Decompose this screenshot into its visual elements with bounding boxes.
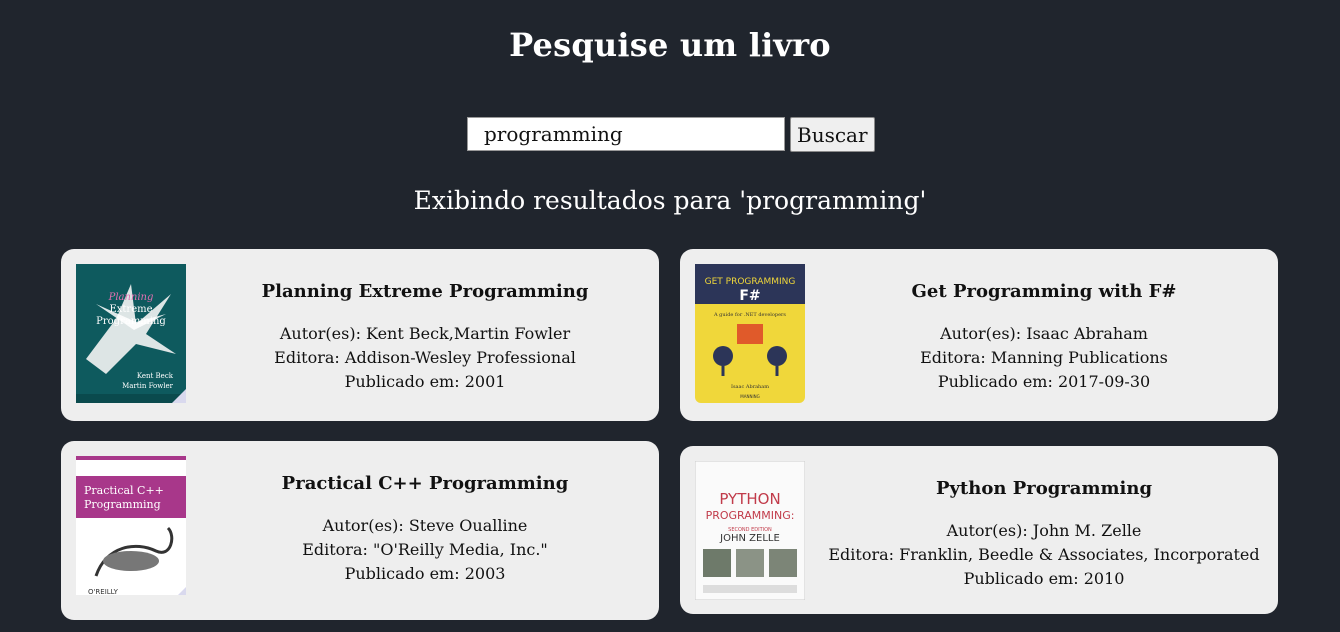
svg-text:GET PROGRAMMING: GET PROGRAMMING <box>705 277 796 287</box>
book-published: Publicado em: 2001 <box>344 372 506 391</box>
book-authors: Autor(es): Isaac Abraham <box>940 324 1148 343</box>
svg-text:A guide for .NET developers: A guide for .NET developers <box>713 312 786 318</box>
svg-text:Planning: Planning <box>108 292 154 303</box>
results-label: Exibindo resultados para 'programming' <box>413 186 927 215</box>
search-button[interactable]: Buscar <box>790 117 875 152</box>
svg-text:MANNING: MANNING <box>740 394 759 399</box>
book-published: Publicado em: 2010 <box>963 569 1125 588</box>
book-card[interactable]: Practical C++ Programming O'REILLY Pract… <box>61 441 659 620</box>
svg-text:PYTHON: PYTHON <box>719 490 780 508</box>
book-info: Practical C++ Programming Autor(es): Ste… <box>201 441 649 586</box>
book-cover-image: GET PROGRAMMING F# A guide for .NET deve… <box>695 264 805 403</box>
book-card[interactable]: PYTHON PROGRAMMING: SECOND EDITION JOHN … <box>680 446 1278 614</box>
book-title: Planning Extreme Programming <box>261 281 589 302</box>
book-card[interactable]: Planning Extreme Programming Kent Beck M… <box>61 249 659 421</box>
book-title: Python Programming <box>935 478 1153 499</box>
book-cover: Planning Extreme Programming Kent Beck M… <box>76 264 186 403</box>
book-info: Planning Extreme Programming Autor(es): … <box>201 249 649 394</box>
svg-text:Programming: Programming <box>96 316 166 327</box>
svg-text:Kent Beck: Kent Beck <box>137 372 174 380</box>
book-info: Python Programming Autor(es): John M. Ze… <box>820 446 1268 591</box>
book-published: Publicado em: 2003 <box>344 564 506 583</box>
svg-text:F#: F# <box>739 288 760 304</box>
book-authors: Autor(es): John M. Zelle <box>946 521 1142 540</box>
svg-text:PROGRAMMING:: PROGRAMMING: <box>706 509 795 522</box>
book-publisher: Editora: Franklin, Beedle & Associates, … <box>828 545 1260 564</box>
book-cover-image: PYTHON PROGRAMMING: SECOND EDITION JOHN … <box>695 461 805 600</box>
book-title: Get Programming with F# <box>911 281 1177 302</box>
book-cover: Practical C++ Programming O'REILLY <box>76 456 186 595</box>
book-publisher: Editora: Addison-Wesley Professional <box>274 348 576 367</box>
book-cover-image: Planning Extreme Programming Kent Beck M… <box>76 264 186 403</box>
svg-text:Extreme: Extreme <box>109 304 152 315</box>
book-cover-image: Practical C++ Programming O'REILLY <box>76 456 186 595</box>
svg-text:Programming: Programming <box>84 498 161 511</box>
book-authors: Autor(es): Kent Beck,Martin Fowler <box>279 324 571 343</box>
svg-text:Martin Fowler: Martin Fowler <box>122 382 174 390</box>
book-published: Publicado em: 2017-09-30 <box>937 372 1151 391</box>
book-title: Practical C++ Programming <box>281 473 569 494</box>
book-card[interactable]: GET PROGRAMMING F# A guide for .NET deve… <box>680 249 1278 421</box>
svg-text:JOHN ZELLE: JOHN ZELLE <box>719 533 780 544</box>
svg-text:Isaac Abraham: Isaac Abraham <box>731 384 769 390</box>
book-publisher: Editora: Manning Publications <box>920 348 1168 367</box>
book-cover: GET PROGRAMMING F# A guide for .NET deve… <box>695 264 805 403</box>
page-title: Pesquise um livro <box>509 26 831 64</box>
book-authors: Autor(es): Steve Oualline <box>322 516 528 535</box>
book-cover: PYTHON PROGRAMMING: SECOND EDITION JOHN … <box>695 461 805 600</box>
svg-text:Practical C++: Practical C++ <box>84 484 164 497</box>
book-publisher: Editora: "O'Reilly Media, Inc." <box>302 540 548 559</box>
search-form: Buscar <box>467 117 875 152</box>
page: Pesquise um livro Buscar Exibindo result… <box>0 0 1340 632</box>
book-info: Get Programming with F# Autor(es): Isaac… <box>820 249 1268 394</box>
search-input[interactable] <box>467 117 785 151</box>
svg-text:O'REILLY: O'REILLY <box>88 588 119 595</box>
